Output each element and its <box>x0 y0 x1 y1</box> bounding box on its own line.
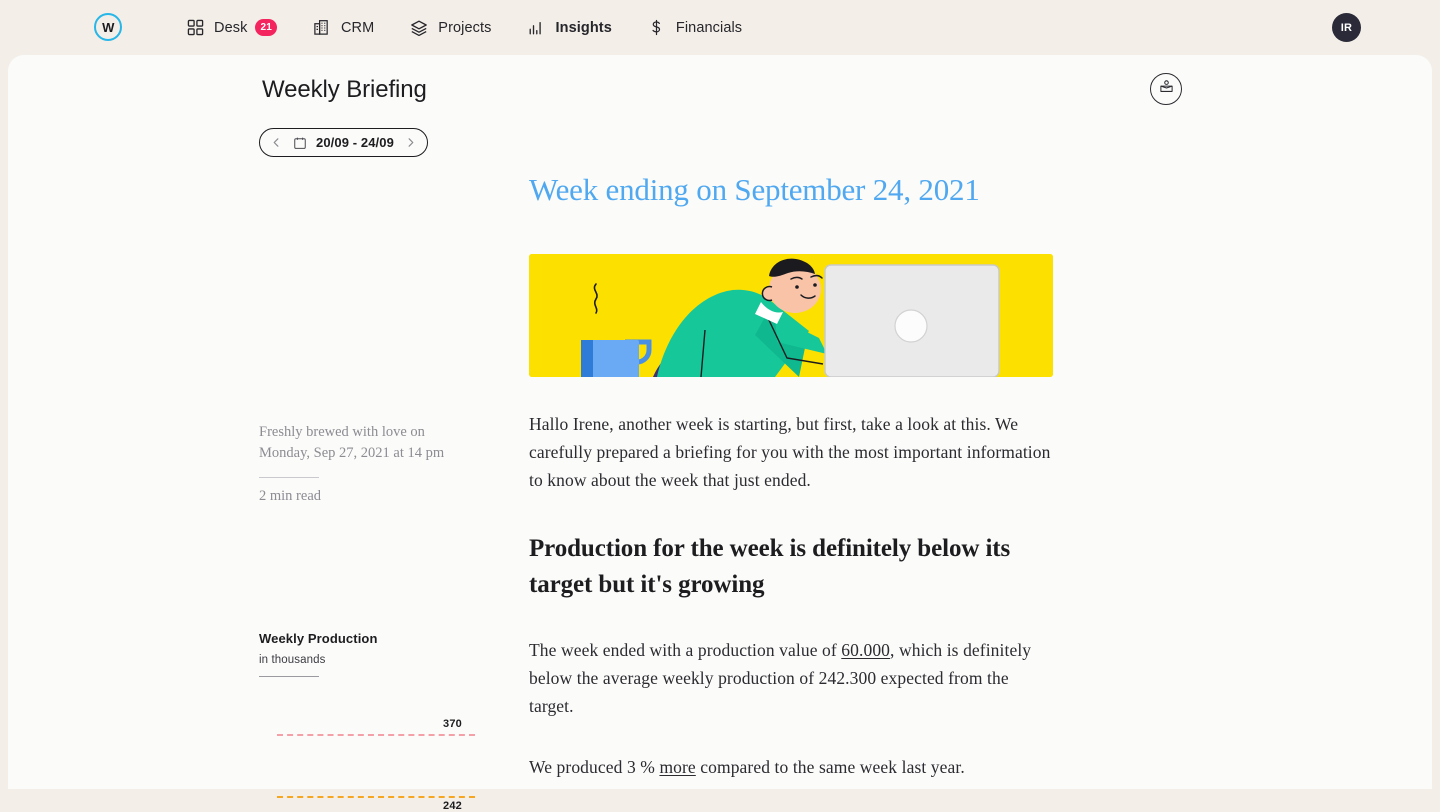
nav-item-projects[interactable]: Projects <box>410 0 491 55</box>
reader-person-icon <box>1158 78 1175 100</box>
nav-label-crm: CRM <box>340 19 375 36</box>
article-hero-illustration <box>529 254 1053 377</box>
top-navigation-bar: W Desk 21 CRM Projects Insights Financia… <box>0 0 1440 55</box>
article-paragraph-1: Hallo Irene, another week is starting, b… <box>529 414 1051 490</box>
chart-reference-label-370: 370 <box>443 718 462 731</box>
article-heading-1: Week ending on September 24, 2021 <box>529 172 980 207</box>
nav-item-crm[interactable]: CRM <box>313 0 374 55</box>
meta-divider <box>259 477 319 478</box>
main-nav-list: Desk 21 CRM Projects Insights Financials <box>186 0 778 55</box>
chart-plot-area: 370 242 <box>259 699 475 812</box>
chart-reference-line-242 <box>277 796 475 799</box>
bar-chart-icon <box>527 19 545 37</box>
article-body: Week ending on September 24, 2021 Hallo … <box>529 171 1053 781</box>
content-panel: Weekly Briefing 20/09 - 24/09 Freshly br… <box>8 55 1432 812</box>
user-avatar[interactable]: IR <box>1332 13 1361 42</box>
nav-item-insights[interactable]: Insights <box>527 0 612 55</box>
date-range-value: 20/09 - 24/09 <box>316 135 394 150</box>
dollar-icon <box>648 19 666 37</box>
paragraph-2-text-before: The week ended with a production value o… <box>529 640 842 660</box>
brand-logo[interactable]: W <box>94 13 122 41</box>
weekly-production-chart: Weekly Production in thousands 370 242 <box>259 631 475 812</box>
nav-label-projects: Projects <box>438 19 492 36</box>
article-paragraph-3: We produced 3 % more compared to the sam… <box>529 753 1053 781</box>
article-heading-2: Production for the week is definitely be… <box>529 535 1011 598</box>
chart-subtitle: in thousands <box>259 654 326 666</box>
nav-label-desk: Desk <box>214 19 248 36</box>
briefing-meta: Freshly brewed with love on Monday, Sep … <box>259 422 474 505</box>
nav-item-desk[interactable]: Desk 21 <box>186 0 277 55</box>
chart-reference-label-242: 242 <box>443 800 462 812</box>
production-value-link[interactable]: 60.000 <box>841 640 890 660</box>
chevron-left-icon[interactable] <box>271 137 282 148</box>
more-link[interactable]: more <box>659 757 695 777</box>
meta-read-time: 2 min read <box>259 488 322 504</box>
chart-divider <box>259 676 319 678</box>
article-paragraph-2: The week ended with a production value o… <box>529 636 1053 720</box>
nav-label-financials: Financials <box>675 19 743 36</box>
paragraph-3-text-before: We produced 3 % <box>529 757 660 777</box>
meta-line-1: Freshly brewed with love on <box>259 424 425 440</box>
chevron-right-icon[interactable] <box>405 137 416 148</box>
calendar-icon <box>293 136 307 150</box>
avatar-initials: IR <box>1340 21 1353 34</box>
grid-icon <box>186 19 204 37</box>
layers-icon <box>410 19 428 37</box>
nav-item-financials[interactable]: Financials <box>648 0 742 55</box>
paragraph-3-text-after: compared to the same week last year. <box>695 757 965 777</box>
desk-badge-count: 21 <box>255 19 277 36</box>
nav-label-insights: Insights <box>555 19 612 36</box>
meta-line-2: Monday, Sep 27, 2021 at 14 pm <box>259 445 445 461</box>
chart-reference-line-370 <box>277 734 475 737</box>
reader-mode-button[interactable] <box>1150 73 1182 105</box>
date-range-picker[interactable]: 20/09 - 24/09 <box>259 128 428 157</box>
chart-title: Weekly Production <box>259 631 378 646</box>
building-icon <box>313 19 331 37</box>
brand-logo-w-icon: W <box>102 19 114 35</box>
page-title: Weekly Briefing <box>262 76 427 103</box>
